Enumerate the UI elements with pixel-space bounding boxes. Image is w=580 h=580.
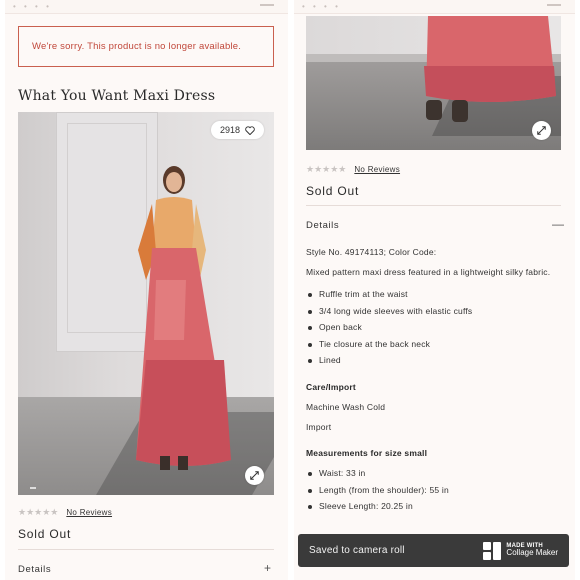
collage-icon — [483, 541, 502, 560]
camera-roll-toast: Saved to camera roll MADE WITH Collage M… — [298, 534, 569, 567]
menu-icon[interactable] — [547, 4, 561, 6]
like-badge[interactable]: 2918 — [210, 121, 264, 139]
care-heading: Care/Import — [306, 382, 356, 392]
measurements-list: Waist: 33 in Length (from the shoulder):… — [306, 468, 449, 518]
product-description: Mixed pattern maxi dress featured in a l… — [306, 267, 551, 277]
rating-row: ★★★★★ No Reviews — [18, 507, 112, 518]
like-count: 2918 — [219, 125, 240, 135]
alert-message: We're sorry. This product is no longer a… — [32, 41, 242, 52]
care-import: Import — [306, 422, 332, 432]
divider — [18, 549, 274, 550]
top-bar: • • • • — [5, 0, 288, 14]
toast-message: Saved to camera roll — [309, 545, 405, 556]
details-accordion-label[interactable]: Details — [18, 564, 51, 575]
rating-row: ★★★★★ No Reviews — [306, 164, 400, 175]
star-icon: ★★★★★ — [18, 507, 59, 517]
expand-button[interactable] — [245, 466, 264, 485]
right-screenshot-panel: • • • • ★★★★★ No Reviews Sold Out Detail… — [294, 0, 575, 580]
list-item: Ruffle trim at the waist — [306, 289, 472, 306]
product-image[interactable]: 2918 — [18, 112, 274, 495]
carousel-indicator: • • • • — [302, 2, 341, 11]
carousel-indicator: • • • • — [13, 2, 52, 11]
heart-icon — [245, 125, 255, 135]
list-item: 3/4 long wide sleeves with elastic cuffs — [306, 306, 472, 323]
dress-hem-figure — [424, 16, 556, 122]
no-reviews-link[interactable]: No Reviews — [354, 165, 400, 174]
list-item: Waist: 33 in — [306, 468, 449, 485]
unavailable-alert: We're sorry. This product is no longer a… — [18, 26, 274, 67]
list-item: Lined — [306, 355, 472, 372]
product-title: What You Want Maxi Dress — [18, 88, 216, 104]
list-item: Length (from the shoulder): 55 in — [306, 485, 449, 502]
collage-maker-logo: MADE WITH Collage Maker — [483, 541, 558, 560]
image-dot-indicator — [30, 487, 36, 489]
sold-out-label: Sold Out — [18, 527, 72, 541]
details-accordion-label[interactable]: Details — [306, 220, 339, 231]
care-wash: Machine Wash Cold — [306, 402, 386, 412]
style-number: Style No. 49174113; Color Code: — [306, 247, 437, 257]
left-screenshot-panel: • • • • We're sorry. This product is no … — [5, 0, 288, 580]
expand-button[interactable] — [532, 121, 551, 140]
collapse-minus-icon[interactable]: — — [552, 218, 564, 230]
list-item: Open back — [306, 322, 472, 339]
feature-list: Ruffle trim at the waist 3/4 long wide s… — [306, 289, 472, 372]
divider — [306, 205, 561, 206]
brand-line2: Collage Maker — [506, 548, 558, 558]
list-item: Tie closure at the back neck — [306, 339, 472, 356]
sold-out-label: Sold Out — [306, 184, 360, 198]
expand-icon — [250, 471, 259, 480]
no-reviews-link[interactable]: No Reviews — [66, 508, 112, 517]
expand-icon — [537, 126, 546, 135]
top-bar: • • • • — [294, 0, 575, 14]
expand-plus-icon[interactable]: + — [264, 562, 271, 574]
model-figure — [136, 166, 231, 470]
star-icon: ★★★★★ — [306, 164, 347, 174]
list-item: Sleeve Length: 20.25 in — [306, 501, 449, 518]
menu-icon[interactable] — [260, 4, 274, 6]
measurements-heading: Measurements for size small — [306, 448, 428, 458]
product-image[interactable] — [306, 16, 561, 150]
